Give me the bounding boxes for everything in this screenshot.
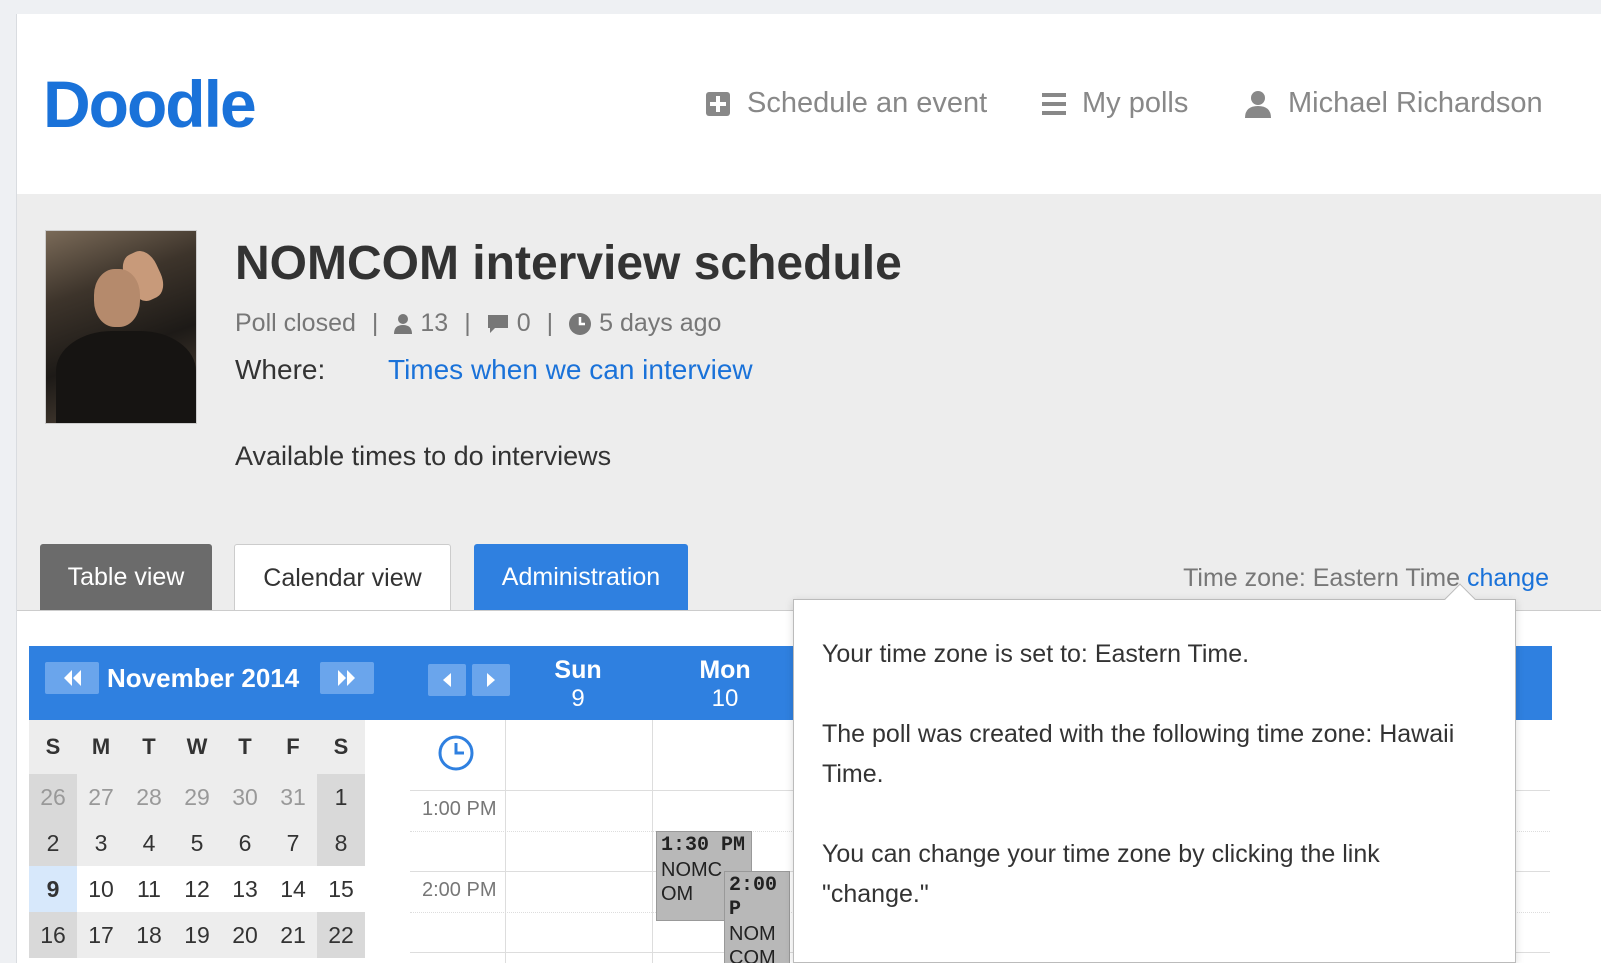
day-cell[interactable]: 21	[269, 912, 317, 958]
event-title: NOM COM	[729, 923, 776, 963]
day-cell[interactable]: 15	[317, 866, 365, 912]
weekday-header: S	[317, 720, 365, 774]
day-cell[interactable]: 30	[221, 774, 269, 820]
schedule-event-label: Schedule an event	[747, 87, 988, 119]
participants-icon	[394, 313, 413, 334]
day-cell-today[interactable]: 9	[29, 866, 77, 912]
next-week-button[interactable]	[472, 664, 510, 696]
my-polls-link[interactable]: My polls	[1042, 87, 1188, 120]
day-name: Sun	[554, 656, 602, 684]
month-label: November 2014	[107, 663, 300, 693]
poll-age: 5 days ago	[599, 309, 722, 337]
popover-text: The poll was created with the following …	[822, 720, 1455, 788]
tab-administration[interactable]: Administration	[474, 544, 688, 610]
day-date: 10	[711, 685, 739, 712]
day-cell[interactable]: 14	[269, 866, 317, 912]
day-cell[interactable]: 22	[317, 912, 365, 958]
schedule-event-link[interactable]: Schedule an event	[705, 87, 987, 120]
weekday-header-row: S M T W T F S	[29, 720, 383, 774]
timezone-popover: Your time zone is set to: Eastern Time. …	[793, 583, 1516, 963]
timezone-info: Time zone: Eastern Time change	[1183, 564, 1549, 593]
weekday-header: T	[221, 720, 269, 774]
where-value-link[interactable]: Times when we can interview	[388, 354, 753, 386]
organizer-avatar	[45, 230, 197, 424]
tab-calendar-view[interactable]: Calendar view	[234, 544, 451, 611]
weekday-header: M	[77, 720, 125, 774]
prev-week-button[interactable]	[428, 664, 466, 696]
next-month-button[interactable]	[320, 662, 374, 694]
weekday-header: S	[29, 720, 77, 774]
day-cell[interactable]: 8	[317, 820, 365, 866]
user-icon	[1245, 90, 1271, 118]
day-cell[interactable]: 11	[125, 866, 173, 912]
prev-month-button[interactable]	[45, 662, 99, 694]
day-cell[interactable]: 1	[317, 774, 365, 820]
user-name: Michael Richardson	[1288, 87, 1543, 119]
doodle-logo[interactable]: Doodle	[43, 66, 257, 142]
day-cell[interactable]: 12	[173, 866, 221, 912]
day-cell[interactable]: 6	[221, 820, 269, 866]
day-cell[interactable]: 7	[269, 820, 317, 866]
day-cell[interactable]: 13	[221, 866, 269, 912]
day-cell[interactable]: 3	[77, 820, 125, 866]
calendar-event[interactable]: 2:00 P NOM COM	[724, 871, 790, 963]
day-name: Mon	[699, 656, 751, 684]
poll-status: Poll closed	[235, 309, 356, 337]
poll-description: Available times to do interviews	[235, 441, 612, 471]
weekday-header: F	[269, 720, 317, 774]
day-header-sun: Sun 9	[518, 656, 638, 713]
popover-text: You can change your time zone by clickin…	[822, 840, 1380, 908]
top-bar: Doodle Schedule an event My polls Michae…	[17, 14, 1601, 194]
event-time: 1:30 PM	[661, 834, 746, 857]
user-menu[interactable]: Michael Richardson	[1244, 87, 1543, 120]
double-chevron-left-icon	[64, 670, 81, 686]
timezone-change-link[interactable]: change	[1467, 564, 1549, 592]
day-cell[interactable]: 17	[77, 912, 125, 958]
day-cell[interactable]: 10	[77, 866, 125, 912]
plus-square-icon	[706, 91, 730, 116]
day-cell[interactable]: 26	[29, 774, 77, 820]
clock-icon	[569, 312, 592, 335]
week-row: 2 3 4 5 6 7 8	[29, 820, 383, 866]
event-time: 2:00 P	[729, 874, 778, 921]
week-row: 16 17 18 19 20 21 22	[29, 912, 383, 958]
where-label: Where:	[235, 354, 326, 385]
participant-count: 13	[420, 309, 449, 337]
day-cell[interactable]: 28	[125, 774, 173, 820]
weekday-header: T	[125, 720, 173, 774]
timezone-label: Time zone: Eastern Time	[1183, 564, 1461, 592]
my-polls-label: My polls	[1082, 87, 1189, 119]
poll-meta: Poll closed | 13 | 0 | 5 days ago	[235, 309, 722, 337]
day-cell[interactable]: 5	[173, 820, 221, 866]
weekday-header: W	[173, 720, 221, 774]
clock-icon	[438, 735, 474, 771]
mini-calendar: S M T W T F S 26 27 28 29 30 31 1 2 3 4	[29, 720, 383, 958]
day-header-mon: Mon 10	[665, 656, 785, 713]
day-cell[interactable]: 4	[125, 820, 173, 866]
time-label: 1:00 PM	[422, 798, 497, 820]
day-cell[interactable]: 20	[221, 912, 269, 958]
chevron-right-icon	[487, 673, 495, 687]
day-date: 9	[571, 685, 585, 712]
day-cell[interactable]: 16	[29, 912, 77, 958]
tab-table-view[interactable]: Table view	[40, 544, 212, 610]
week-row: 26 27 28 29 30 31 1	[29, 774, 383, 820]
day-cell[interactable]: 31	[269, 774, 317, 820]
double-chevron-right-icon	[338, 670, 355, 686]
popover-text: Your time zone is set to: Eastern Time.	[822, 640, 1250, 668]
poll-title: NOMCOM interview schedule	[235, 237, 902, 290]
day-cell[interactable]: 29	[173, 774, 221, 820]
time-label: 2:00 PM	[422, 879, 497, 901]
day-cell[interactable]: 27	[77, 774, 125, 820]
comment-icon	[487, 314, 508, 333]
day-cell[interactable]: 19	[173, 912, 221, 958]
comment-count: 0	[516, 309, 531, 337]
chevron-left-icon	[443, 673, 451, 687]
week-row-current: 9 10 11 12 13 14 15	[29, 866, 383, 912]
list-icon	[1042, 92, 1066, 115]
day-cell[interactable]: 18	[125, 912, 173, 958]
day-cell[interactable]: 2	[29, 820, 77, 866]
